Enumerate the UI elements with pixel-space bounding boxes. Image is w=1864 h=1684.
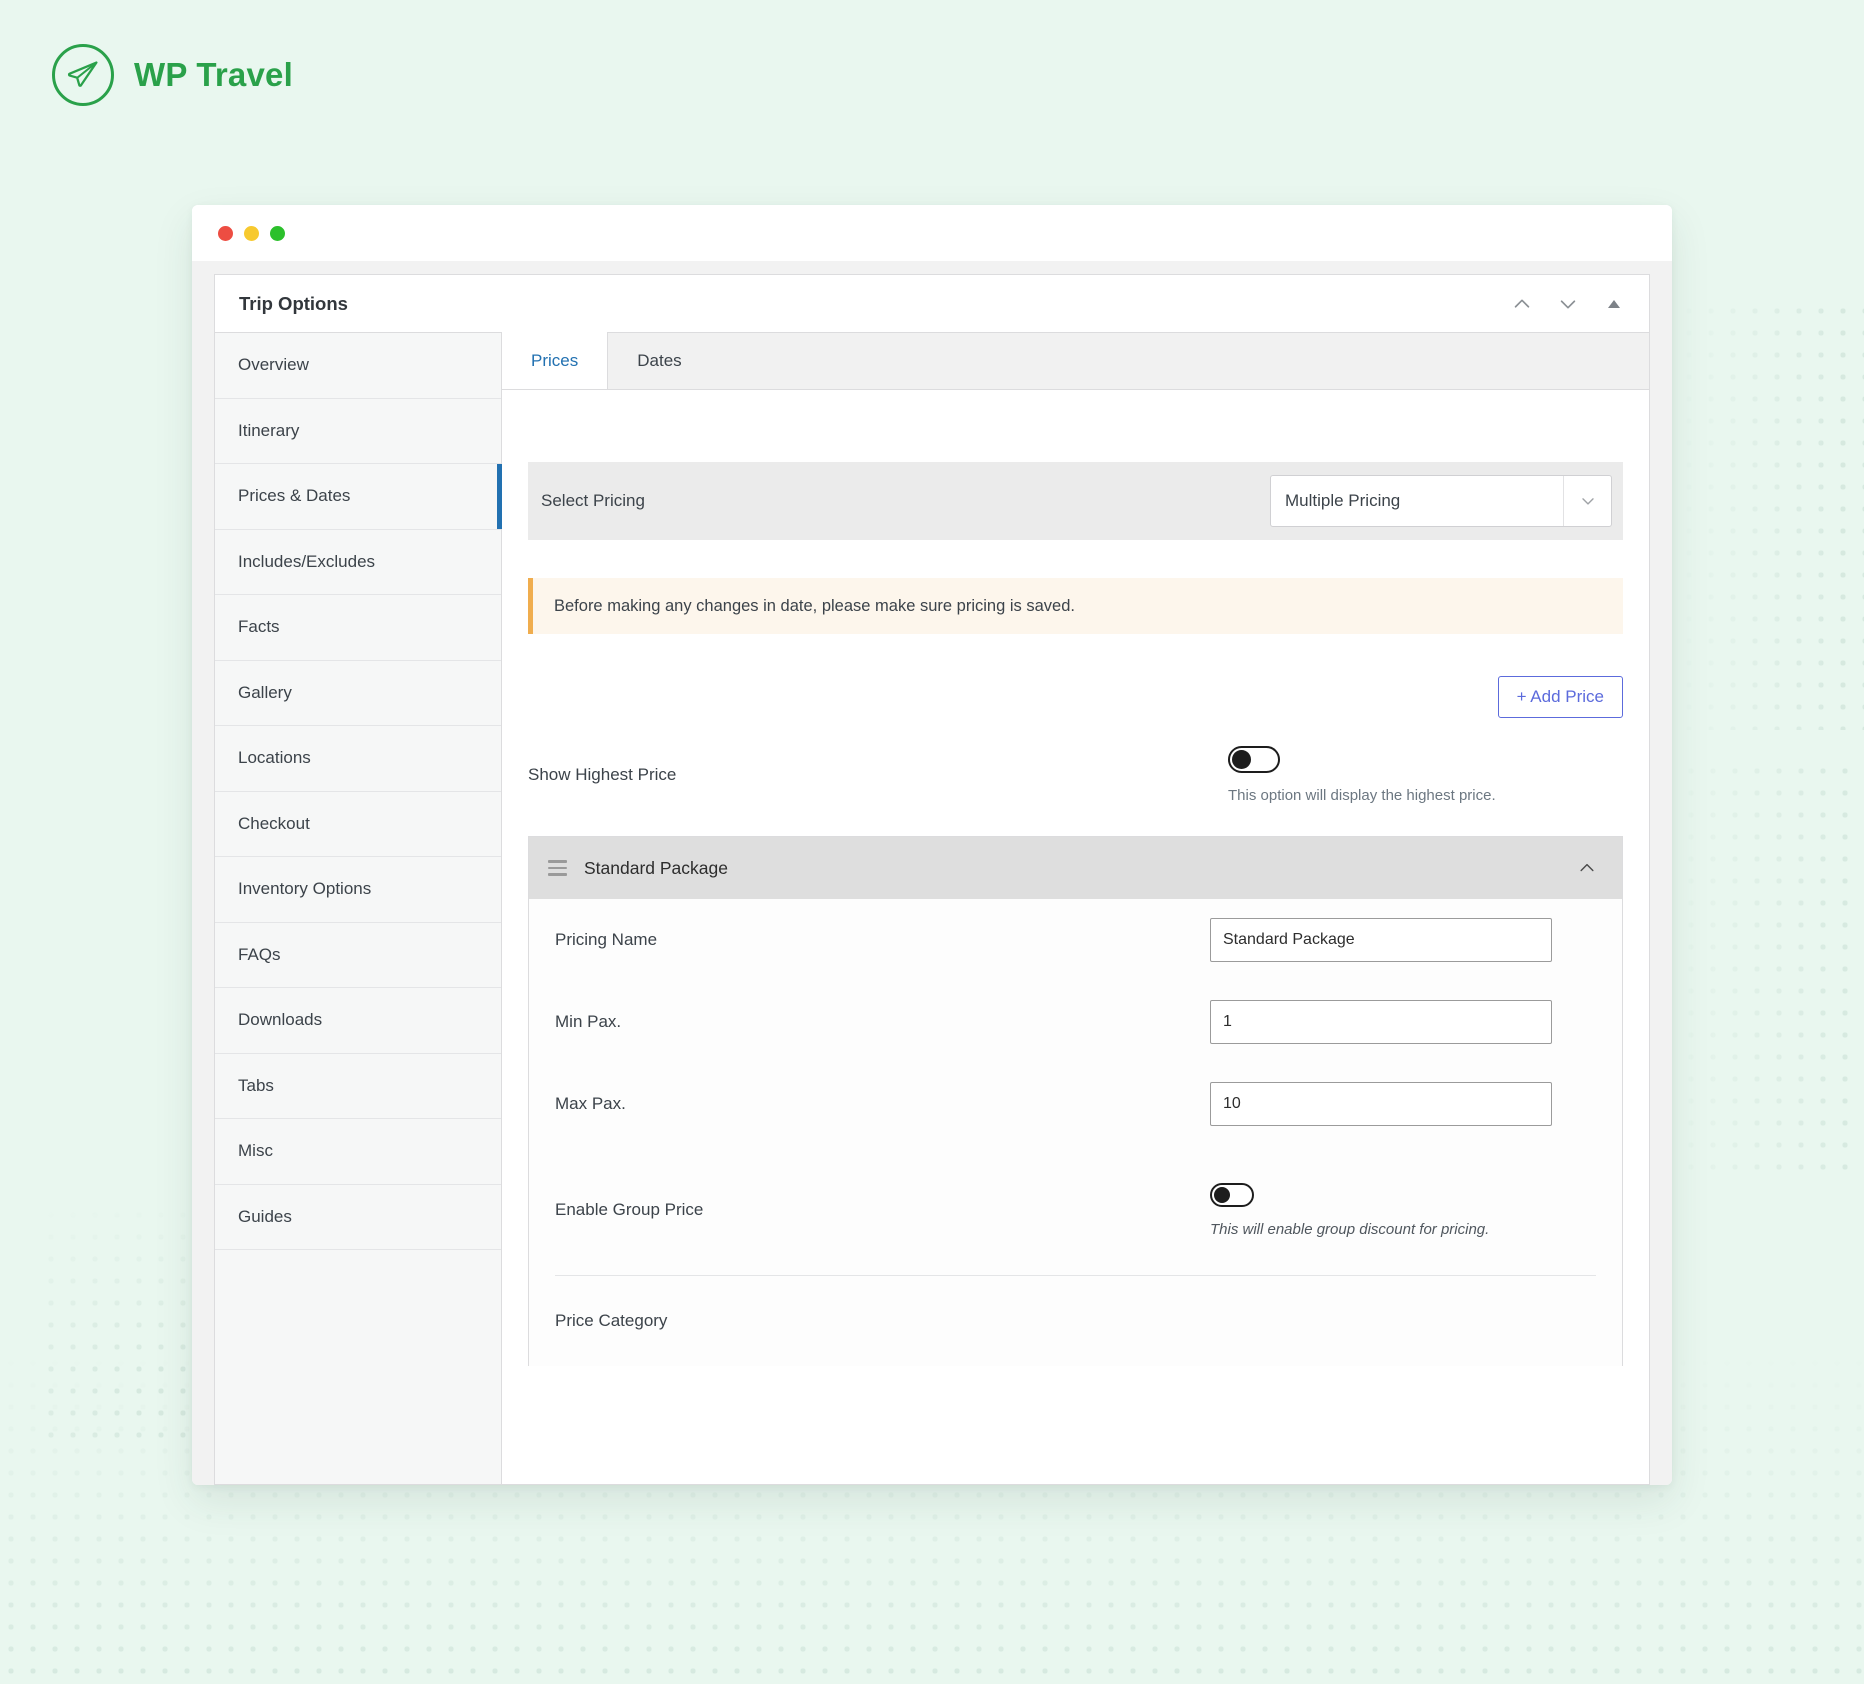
chevron-down-icon	[1563, 476, 1611, 526]
drag-handle-icon[interactable]	[548, 860, 567, 876]
sidebar-item-label: Facts	[238, 617, 280, 637]
window-maximize-dot[interactable]	[270, 225, 285, 241]
sidebar-item-label: Tabs	[238, 1075, 274, 1095]
tab-dates[interactable]: Dates	[608, 332, 710, 389]
sidebar-item-misc[interactable]: Misc	[215, 1119, 501, 1185]
panel-actions	[1509, 291, 1627, 317]
show-highest-price-row: Show Highest Price This option will disp…	[528, 732, 1623, 818]
sidebar-item-inventory-options[interactable]: Inventory Options	[215, 857, 501, 923]
select-pricing-dropdown[interactable]: Multiple Pricing	[1270, 475, 1612, 527]
max-pax-input[interactable]	[1210, 1082, 1552, 1126]
window-content: Trip Options Overview Itinerary Prices &…	[192, 261, 1672, 1485]
chevron-down-icon[interactable]	[1555, 291, 1581, 317]
toggle-knob	[1214, 1186, 1230, 1203]
pricing-name-row: Pricing Name	[555, 899, 1596, 981]
sidebar-item-label: Guides	[238, 1206, 292, 1226]
enable-group-price-control: This will enable group discount for pric…	[1210, 1182, 1490, 1238]
sidebar-item-guides[interactable]: Guides	[215, 1185, 501, 1250]
standard-package-header[interactable]: Standard Package	[529, 837, 1622, 899]
pricing-notice: Before making any changes in date, pleas…	[528, 578, 1623, 634]
window-minimize-dot[interactable]	[244, 225, 259, 241]
sidebar-item-checkout[interactable]: Checkout	[215, 792, 501, 857]
min-pax-row: Min Pax.	[555, 981, 1596, 1063]
sidebar-item-label: Overview	[238, 355, 309, 375]
panel-header: Trip Options	[215, 275, 1649, 333]
prices-pane: Select Pricing Multiple Pricing Before m…	[502, 462, 1649, 1366]
sidebar-item-label: Includes/Excludes	[238, 551, 376, 571]
window-titlebar	[192, 205, 1672, 261]
sidebar-item-includes-excludes[interactable]: Includes/Excludes	[215, 530, 501, 595]
price-category-row: Price Category	[555, 1276, 1596, 1366]
standard-package-body: Pricing Name Min Pax. Max Pax.	[529, 899, 1622, 1366]
pricing-name-label: Pricing Name	[555, 930, 658, 949]
price-category-label: Price Category	[555, 1311, 668, 1330]
page-title: Trip Options	[239, 292, 348, 314]
sidebar-item-gallery[interactable]: Gallery	[215, 661, 501, 726]
sidebar-item-locations[interactable]: Locations	[215, 726, 501, 792]
sidebar-item-label: FAQs	[238, 944, 281, 964]
enable-group-price-row: Enable Group Price This will enable grou…	[555, 1145, 1596, 1275]
show-highest-price-help: This option will display the highest pri…	[1228, 787, 1496, 804]
sidebar-item-faqs[interactable]: FAQs	[215, 923, 501, 988]
tab-label: Prices	[531, 350, 579, 370]
sidebar-item-downloads[interactable]: Downloads	[215, 988, 501, 1054]
max-pax-row: Max Pax.	[555, 1063, 1596, 1145]
sidebar-item-tabs[interactable]: Tabs	[215, 1054, 501, 1119]
chevron-up-icon[interactable]	[1509, 291, 1535, 317]
sidebar: Overview Itinerary Prices & Dates Includ…	[215, 333, 502, 1484]
content-area: Prices Dates Select Pricing Multiple Pri…	[502, 332, 1649, 1484]
max-pax-label: Max Pax.	[555, 1094, 626, 1113]
tab-prices[interactable]: Prices	[502, 332, 609, 389]
enable-group-price-help: This will enable group discount for pric…	[1210, 1220, 1490, 1238]
chevron-up-icon[interactable]	[1574, 855, 1600, 881]
sidebar-item-label: Downloads	[238, 1010, 323, 1030]
select-pricing-label: Select Pricing	[541, 491, 645, 510]
brand-name: WP Travel	[134, 56, 293, 93]
sidebar-item-itinerary[interactable]: Itinerary	[215, 399, 501, 464]
paper-plane-icon	[52, 44, 114, 106]
sidebar-item-label: Misc	[238, 1141, 273, 1161]
min-pax-input[interactable]	[1210, 1000, 1552, 1044]
add-price-row: + Add Price	[528, 676, 1623, 718]
brand-logo: WP Travel	[52, 44, 293, 106]
sidebar-item-label: Itinerary	[238, 420, 300, 440]
panel-body: Overview Itinerary Prices & Dates Includ…	[215, 332, 1649, 1484]
show-highest-price-control: This option will display the highest pri…	[1228, 746, 1496, 804]
triangle-up-icon[interactable]	[1601, 291, 1627, 317]
sidebar-item-label: Locations	[238, 748, 311, 768]
min-pax-label: Min Pax.	[555, 1012, 622, 1031]
sidebar-item-label: Inventory Options	[238, 879, 372, 899]
tab-label: Dates	[637, 350, 682, 370]
sidebar-item-facts[interactable]: Facts	[215, 595, 501, 661]
pricing-notice-text: Before making any changes in date, pleas…	[554, 596, 1075, 615]
sidebar-item-label: Checkout	[238, 813, 310, 833]
toggle-knob	[1232, 750, 1251, 769]
sidebar-item-prices-dates[interactable]: Prices & Dates	[215, 464, 502, 530]
trip-options-panel: Trip Options Overview Itinerary Prices &…	[214, 274, 1650, 1485]
browser-window: Trip Options Overview Itinerary Prices &…	[192, 205, 1672, 1485]
add-price-button[interactable]: + Add Price	[1497, 676, 1623, 718]
show-highest-price-label: Show Highest Price	[528, 765, 677, 784]
sidebar-item-label: Prices & Dates	[238, 486, 351, 506]
standard-package-title: Standard Package	[584, 857, 728, 878]
show-highest-price-toggle[interactable]	[1228, 746, 1280, 773]
sidebar-item-overview[interactable]: Overview	[215, 333, 501, 399]
pricing-name-input[interactable]	[1210, 918, 1552, 962]
enable-group-price-toggle[interactable]	[1210, 1182, 1254, 1207]
enable-group-price-label: Enable Group Price	[555, 1200, 704, 1219]
standard-package-accordion: Standard Package Pricing Name Standard P…	[528, 836, 1623, 1366]
select-pricing-value: Multiple Pricing	[1285, 491, 1401, 510]
window-close-dot[interactable]	[218, 225, 233, 241]
standard-package-header-left: Standard Package	[548, 858, 728, 879]
select-pricing-row: Select Pricing Multiple Pricing	[528, 462, 1623, 540]
tabbar: Prices Dates	[502, 332, 1649, 390]
sidebar-item-label: Gallery	[238, 682, 292, 702]
